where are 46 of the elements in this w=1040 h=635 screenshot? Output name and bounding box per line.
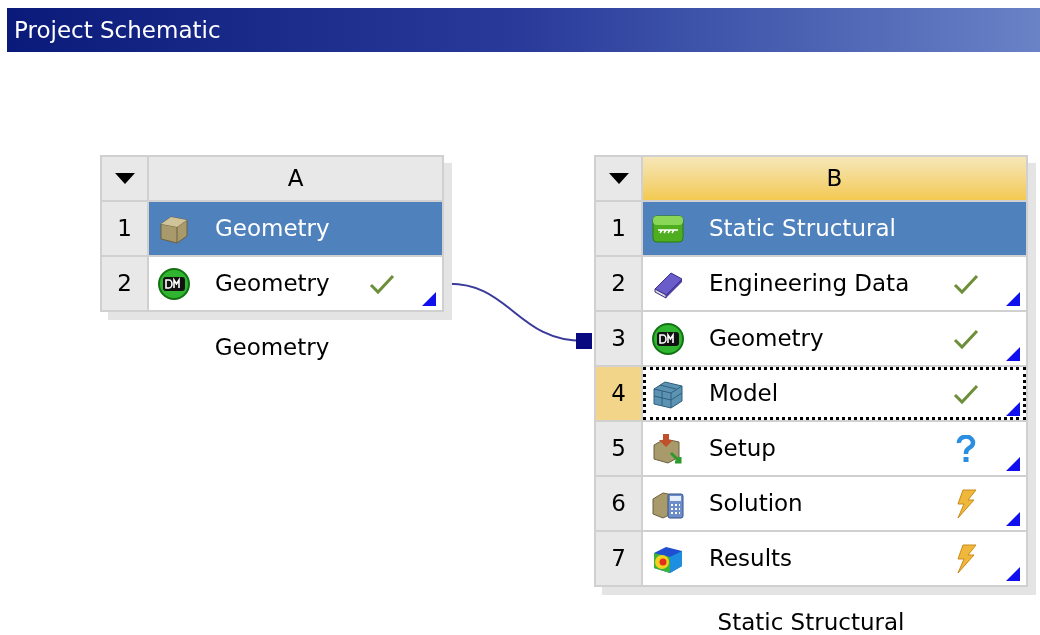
system-cell[interactable]: Geometry bbox=[149, 257, 442, 310]
row-number: 7 bbox=[596, 532, 641, 585]
corner-menu-icon[interactable] bbox=[1006, 457, 1020, 471]
system-cell[interactable]: Geometry bbox=[643, 312, 1026, 365]
system-cell[interactable]: Results bbox=[643, 532, 1026, 585]
corner-menu-icon[interactable] bbox=[1006, 347, 1020, 361]
system-cell[interactable]: Model bbox=[643, 367, 1026, 420]
dropdown-icon bbox=[608, 173, 629, 184]
row-number: 1 bbox=[102, 202, 147, 255]
column-header: B bbox=[643, 157, 1026, 200]
cell-label: Geometry bbox=[215, 269, 331, 299]
cell-label: Results bbox=[709, 544, 794, 574]
system-title-cell[interactable]: Geometry bbox=[149, 202, 442, 255]
row-number: 1 bbox=[596, 202, 641, 255]
cell-label: Solution bbox=[709, 489, 804, 519]
corner-menu-icon[interactable] bbox=[422, 292, 436, 306]
system-cell[interactable]: Engineering Data bbox=[643, 257, 1026, 310]
system-menu-button[interactable] bbox=[596, 157, 641, 200]
corner-menu-icon[interactable] bbox=[1006, 567, 1020, 581]
system-caption: Geometry bbox=[214, 333, 330, 362]
corner-menu-icon[interactable] bbox=[1006, 292, 1020, 306]
row-number: 6 bbox=[596, 477, 641, 530]
row-number: 5 bbox=[596, 422, 641, 475]
cell-label: Geometry bbox=[215, 214, 331, 244]
dm-icon bbox=[651, 321, 685, 356]
dm-icon bbox=[157, 266, 191, 301]
cell-label: Model bbox=[709, 379, 780, 409]
row-number: 2 bbox=[102, 257, 147, 310]
system-caption: Static Structural bbox=[717, 608, 905, 635]
column-header: A bbox=[149, 157, 442, 200]
row-number: 3 bbox=[596, 312, 641, 365]
row-number: 4 bbox=[596, 367, 641, 420]
system-cell[interactable]: Solution bbox=[643, 477, 1026, 530]
system-cell[interactable]: Setup bbox=[643, 422, 1026, 475]
cell-label: Setup bbox=[709, 434, 777, 464]
cell-label: Engineering Data bbox=[709, 269, 911, 299]
row-number: 2 bbox=[596, 257, 641, 310]
setup-icon bbox=[651, 431, 685, 466]
corner-menu-icon[interactable] bbox=[1006, 402, 1020, 416]
cell-label: Geometry bbox=[709, 324, 825, 354]
corner-menu-icon[interactable] bbox=[1006, 512, 1020, 526]
dropdown-icon bbox=[114, 173, 135, 184]
cell-label: Static Structural bbox=[709, 214, 897, 244]
system-title-cell[interactable]: Static Structural bbox=[643, 202, 1026, 255]
panel-title: Project Schematic bbox=[14, 15, 221, 45]
system-menu-button[interactable] bbox=[102, 157, 147, 200]
